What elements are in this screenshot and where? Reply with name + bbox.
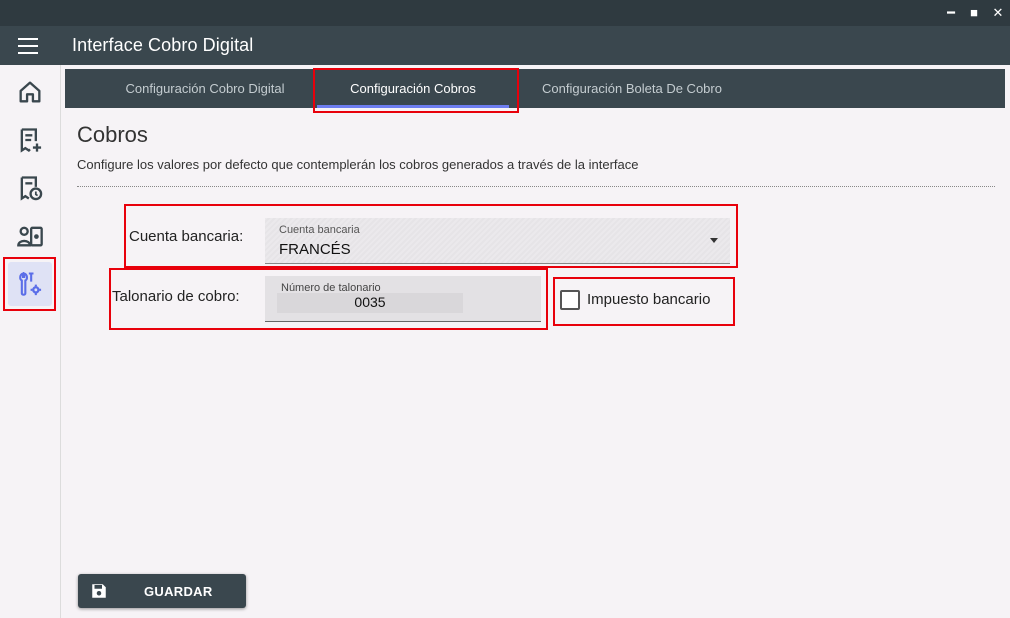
cuenta-bancaria-label: Cuenta bancaria: <box>129 228 244 245</box>
active-tab-indicator <box>317 105 509 108</box>
sidebar-item-home[interactable] <box>8 70 52 114</box>
tab-boleta-de-cobro[interactable]: Configuración Boleta De Cobro <box>522 69 742 108</box>
minimize-button[interactable]: ━ <box>942 4 960 22</box>
impuesto-bancario-label[interactable]: Impuesto bancario <box>587 291 710 308</box>
user-money-icon <box>17 226 43 247</box>
talonario-value: 0035 <box>354 294 386 310</box>
floppy-disk-icon <box>92 584 106 598</box>
page-title: Cobros <box>77 122 148 147</box>
tab-bar: Configuración Cobro Digital Configuració… <box>65 69 1005 108</box>
home-icon <box>19 81 41 103</box>
tools-gear-icon <box>19 272 42 296</box>
cuenta-bancaria-value: FRANCÉS <box>279 241 351 258</box>
talonario-input[interactable]: Número de talonario 0035 <box>265 276 541 322</box>
maximize-button[interactable]: ■ <box>965 4 983 22</box>
sidebar-item-new-receipt[interactable] <box>8 118 52 162</box>
talonario-input-inner: 0035 <box>277 293 463 313</box>
sidebar <box>0 65 61 618</box>
receipt-clock-icon <box>20 176 43 201</box>
save-button-label: GUARDAR <box>144 584 213 599</box>
tab-cobro-digital[interactable]: Configuración Cobro Digital <box>105 69 305 108</box>
sidebar-item-history[interactable] <box>8 166 52 210</box>
sidebar-item-clients[interactable] <box>8 214 52 258</box>
chevron-down-icon <box>710 238 718 243</box>
talonario-label: Talonario de cobro: <box>112 288 240 305</box>
app-title: Interface Cobro Digital <box>72 35 254 55</box>
os-title-bar: ━ ■ ✕ <box>0 0 1010 26</box>
app-header: Interface Cobro Digital <box>0 26 1010 65</box>
impuesto-bancario-checkbox[interactable] <box>560 290 580 310</box>
save-button[interactable]: GUARDAR <box>78 574 246 608</box>
receipt-add-icon <box>20 128 42 153</box>
menu-icon[interactable] <box>18 38 38 54</box>
page-description: Configure los valores por defecto que co… <box>77 157 639 172</box>
divider <box>77 186 995 187</box>
cuenta-bancaria-select[interactable]: Cuenta bancaria FRANCÉS <box>265 218 730 264</box>
close-button[interactable]: ✕ <box>989 4 1007 22</box>
cuenta-bancaria-field-label: Cuenta bancaria <box>279 224 360 236</box>
sidebar-item-settings[interactable] <box>8 262 52 306</box>
tab-cobros-label: Configuración Cobros <box>350 81 476 96</box>
tab-cobros[interactable]: Configuración Cobros <box>317 69 509 108</box>
